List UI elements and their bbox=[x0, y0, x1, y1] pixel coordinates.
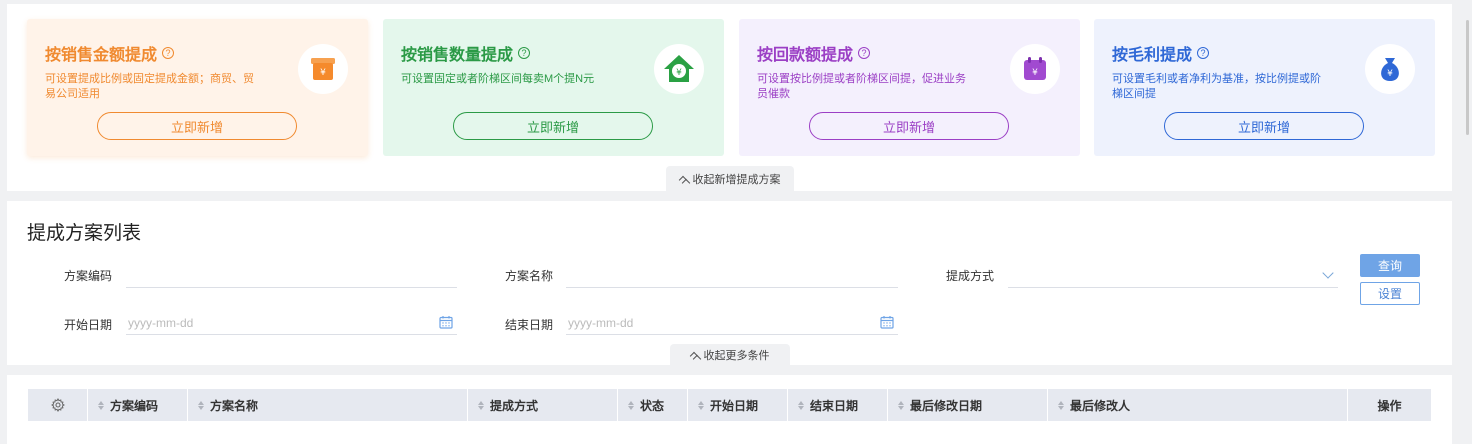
column-header-end-date[interactable]: 结束日期 bbox=[788, 389, 888, 421]
gear-icon[interactable] bbox=[50, 398, 65, 412]
column-header-commission-method[interactable]: 提成方式 bbox=[468, 389, 618, 421]
calendar-icon[interactable] bbox=[880, 315, 894, 329]
start-date-label: 开始日期 bbox=[64, 318, 113, 332]
end-date-label: 结束日期 bbox=[505, 318, 554, 332]
card-gross-profit: 按毛利提成? 可设置毛利或者净利为基准，按比例提或阶梯区间提 ¥ 立即新增 bbox=[1094, 19, 1435, 156]
card-description: 可设置按比例提或者阶梯区间提，促进业务员催款 bbox=[757, 73, 966, 100]
money-bag-icon: ¥ bbox=[1365, 44, 1415, 94]
calendar-icon[interactable] bbox=[439, 315, 453, 329]
add-gross-profit-button[interactable]: 立即新增 bbox=[1164, 112, 1364, 140]
yuan-box-icon: ¥ bbox=[298, 44, 348, 94]
collapse-new-scheme-toggle[interactable]: 收起新增提成方案 bbox=[666, 166, 794, 191]
query-button[interactable]: 查询 bbox=[1360, 254, 1420, 277]
card-title: 按回款额提成? bbox=[757, 41, 871, 65]
help-icon[interactable]: ? bbox=[518, 47, 531, 59]
table-header: 方案编码 方案名称 提成方式 状态 开始日期 结束日期 最后修改日期 最后修改人… bbox=[28, 389, 1431, 421]
column-settings[interactable] bbox=[28, 389, 88, 421]
scheme-name-field[interactable] bbox=[566, 266, 898, 288]
yuan-calendar-icon: ¥ bbox=[1010, 44, 1060, 94]
search-panel: 提成方案列表 方案编码 方案名称 提成方式 开始日期 yyyy-mm-dd 结束… bbox=[7, 201, 1452, 365]
sort-icon[interactable] bbox=[98, 400, 104, 410]
scheme-table: 方案编码 方案名称 提成方式 状态 开始日期 结束日期 最后修改日期 最后修改人… bbox=[7, 375, 1452, 444]
collapse-label: 收起新增提成方案 bbox=[692, 173, 781, 186]
column-header-last-modified-date[interactable]: 最后修改日期 bbox=[888, 389, 1048, 421]
scheme-code-field[interactable] bbox=[126, 266, 457, 288]
column-header-start-date[interactable]: 开始日期 bbox=[688, 389, 788, 421]
column-header-status[interactable]: 状态 bbox=[618, 389, 688, 421]
vertical-scrollbar[interactable] bbox=[1466, 20, 1469, 135]
card-sales-amount: 按销售金额提成? 可设置提成比例或固定提成金额；商贸、贸易公司适用 ¥ 立即新增 bbox=[27, 19, 368, 156]
commission-method-label: 提成方式 bbox=[946, 269, 995, 283]
more-conditions-label: 收起更多条件 bbox=[703, 349, 770, 362]
help-icon[interactable]: ? bbox=[162, 47, 175, 59]
card-sales-quantity: 按销售数量提成? 可设置固定或者阶梯区间每卖M个提N元 ¥ 立即新增 bbox=[383, 19, 724, 156]
svg-text:¥: ¥ bbox=[320, 68, 326, 78]
svg-text:¥: ¥ bbox=[676, 68, 682, 78]
commission-method-select[interactable] bbox=[1008, 266, 1338, 288]
sort-icon[interactable] bbox=[798, 400, 804, 410]
column-header-actions: 操作 bbox=[1377, 398, 1402, 413]
help-icon[interactable]: ? bbox=[1197, 47, 1210, 59]
sort-icon[interactable] bbox=[1058, 400, 1064, 410]
column-header-scheme-code[interactable]: 方案编码 bbox=[88, 389, 188, 421]
card-title: 按毛利提成? bbox=[1112, 41, 1210, 65]
settings-button[interactable]: 设置 bbox=[1360, 282, 1420, 305]
end-date-placeholder: yyyy-mm-dd bbox=[568, 316, 634, 330]
sort-icon[interactable] bbox=[898, 400, 904, 410]
add-sales-amount-button[interactable]: 立即新增 bbox=[97, 112, 297, 140]
svg-text:¥: ¥ bbox=[1387, 69, 1393, 79]
card-description: 可设置固定或者阶梯区间每卖M个提N元 bbox=[401, 73, 595, 85]
scheme-code-label: 方案编码 bbox=[64, 269, 113, 283]
column-header-last-modified-by[interactable]: 最后修改人 bbox=[1048, 389, 1348, 421]
card-title: 按销售数量提成? bbox=[401, 41, 531, 65]
card-description: 可设置毛利或者净利为基准，按比例提或阶梯区间提 bbox=[1112, 73, 1321, 100]
add-sales-quantity-button[interactable]: 立即新增 bbox=[453, 112, 653, 140]
end-date-field[interactable]: yyyy-mm-dd bbox=[566, 313, 898, 335]
scheme-name-label: 方案名称 bbox=[505, 269, 554, 283]
start-date-placeholder: yyyy-mm-dd bbox=[128, 316, 194, 330]
new-scheme-panel: 按销售金额提成? 可设置提成比例或固定提成金额；商贸、贸易公司适用 ¥ 立即新增… bbox=[7, 4, 1452, 191]
sort-icon[interactable] bbox=[628, 400, 634, 410]
collapse-more-conditions-toggle[interactable]: 收起更多条件 bbox=[670, 344, 790, 365]
sort-icon[interactable] bbox=[198, 400, 204, 410]
scheme-name-input[interactable] bbox=[568, 269, 898, 283]
card-payment-amount: 按回款额提成? 可设置按比例提或者阶梯区间提，促进业务员催款 ¥ 立即新增 bbox=[739, 19, 1080, 156]
scheme-code-input[interactable] bbox=[128, 269, 457, 283]
help-icon[interactable]: ? bbox=[858, 47, 871, 59]
card-title: 按销售金额提成? bbox=[45, 41, 175, 65]
card-description: 可设置提成比例或固定提成金额；商贸、贸易公司适用 bbox=[45, 73, 254, 100]
page-title: 提成方案列表 bbox=[27, 223, 142, 244]
column-header-scheme-name[interactable]: 方案名称 bbox=[188, 389, 468, 421]
svg-text:¥: ¥ bbox=[1032, 68, 1038, 78]
sort-icon[interactable] bbox=[698, 400, 704, 410]
chevron-down-icon bbox=[1322, 267, 1334, 279]
add-payment-amount-button[interactable]: 立即新增 bbox=[809, 112, 1009, 140]
sort-icon[interactable] bbox=[478, 400, 484, 410]
yuan-house-icon: ¥ bbox=[654, 44, 704, 94]
start-date-field[interactable]: yyyy-mm-dd bbox=[126, 313, 457, 335]
